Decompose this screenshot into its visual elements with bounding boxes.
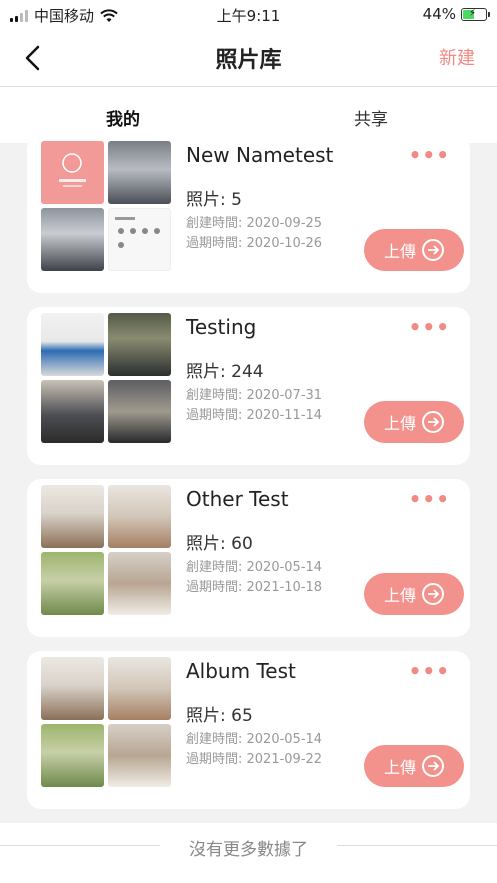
album-thumbnail: [41, 380, 104, 443]
album-card[interactable]: Testing 照片: 244 創建時間: 2020-07-31 過期時間: 2…: [27, 307, 470, 465]
album-thumbnail: [108, 313, 171, 376]
list-footer: 沒有更多數據了: [0, 823, 497, 883]
arrow-right-icon: [422, 755, 444, 777]
tab-shared[interactable]: 共享: [354, 105, 388, 130]
more-options-icon[interactable]: •••: [409, 487, 450, 511]
album-card[interactable]: Other Test 照片: 60 創建時間: 2020-05-14 過期時間:…: [27, 479, 470, 637]
arrow-right-icon: [422, 583, 444, 605]
upload-button[interactable]: 上傳: [364, 573, 464, 615]
more-options-icon[interactable]: •••: [409, 315, 450, 339]
divider: [337, 845, 497, 846]
more-options-icon[interactable]: •••: [409, 659, 450, 683]
upload-label: 上傳: [383, 414, 416, 433]
album-thumbnail: [108, 208, 171, 271]
album-thumbnail: [41, 485, 104, 548]
more-options-icon[interactable]: •••: [409, 143, 450, 167]
album-thumbnail: [108, 552, 171, 615]
no-more-data-text: 沒有更多數據了: [189, 840, 308, 860]
battery-percent: 44%: [422, 5, 456, 23]
album-card[interactable]: Album Test 照片: 65 創建時間: 2020-05-14 過期時間:…: [27, 651, 470, 809]
album-thumbnail: [108, 724, 171, 787]
upload-button[interactable]: 上傳: [364, 745, 464, 787]
album-thumbnails: [41, 141, 171, 271]
expire-date: 過期時間: 2020-10-26: [186, 236, 323, 251]
expire-date: 過期時間: 2021-09-22: [186, 752, 323, 767]
album-thumbnails: [41, 485, 171, 615]
album-thumbnail: [108, 657, 171, 720]
upload-label: 上傳: [383, 758, 416, 777]
album-thumbnail: [41, 552, 104, 615]
album-thumbnail: [41, 313, 104, 376]
photo-count: 照片: 65: [186, 706, 253, 726]
tab-mine[interactable]: 我的: [106, 105, 140, 130]
upload-label: 上傳: [383, 586, 416, 605]
album-thumbnail: [41, 657, 104, 720]
upload-label: 上傳: [383, 242, 416, 261]
created-date: 創建時間: 2020-05-14: [186, 560, 323, 575]
album-thumbnails: [41, 657, 171, 787]
arrow-right-icon: [422, 239, 444, 261]
album-name: Testing: [186, 315, 257, 339]
created-date: 創建時間: 2020-09-25: [186, 216, 323, 231]
created-date: 創建時間: 2020-05-14: [186, 732, 323, 747]
album-thumbnail: [41, 208, 104, 271]
page-title: 照片库: [215, 48, 282, 73]
upload-button[interactable]: 上傳: [364, 401, 464, 443]
created-date: 創建時間: 2020-07-31: [186, 388, 323, 403]
album-thumbnail: [108, 380, 171, 443]
album-thumbnails: [41, 313, 171, 443]
battery-icon: ⚡: [461, 7, 490, 21]
status-bar: 中国移动 上午9:11 44% ⚡: [0, 0, 497, 30]
album-thumbnail: [41, 724, 104, 787]
photo-count: 照片: 5: [186, 190, 242, 210]
new-album-button[interactable]: 新建: [439, 44, 475, 70]
photo-count: 照片: 60: [186, 534, 253, 554]
expire-date: 過期時間: 2020-11-14: [186, 408, 323, 423]
navigation-bar: 照片库 新建: [0, 30, 497, 87]
album-thumbnail: [41, 141, 104, 204]
album-name: New Nametest: [186, 143, 334, 167]
album-thumbnail: [108, 141, 171, 204]
album-name: Album Test: [186, 659, 296, 683]
album-thumbnail: [108, 485, 171, 548]
photo-count: 照片: 244: [186, 362, 264, 382]
album-name: Other Test: [186, 487, 289, 511]
expire-date: 過期時間: 2021-10-18: [186, 580, 323, 595]
album-card[interactable]: New Nametest 照片: 5 創建時間: 2020-09-25 過期時間…: [27, 135, 470, 293]
arrow-right-icon: [422, 411, 444, 433]
upload-button[interactable]: 上傳: [364, 229, 464, 271]
